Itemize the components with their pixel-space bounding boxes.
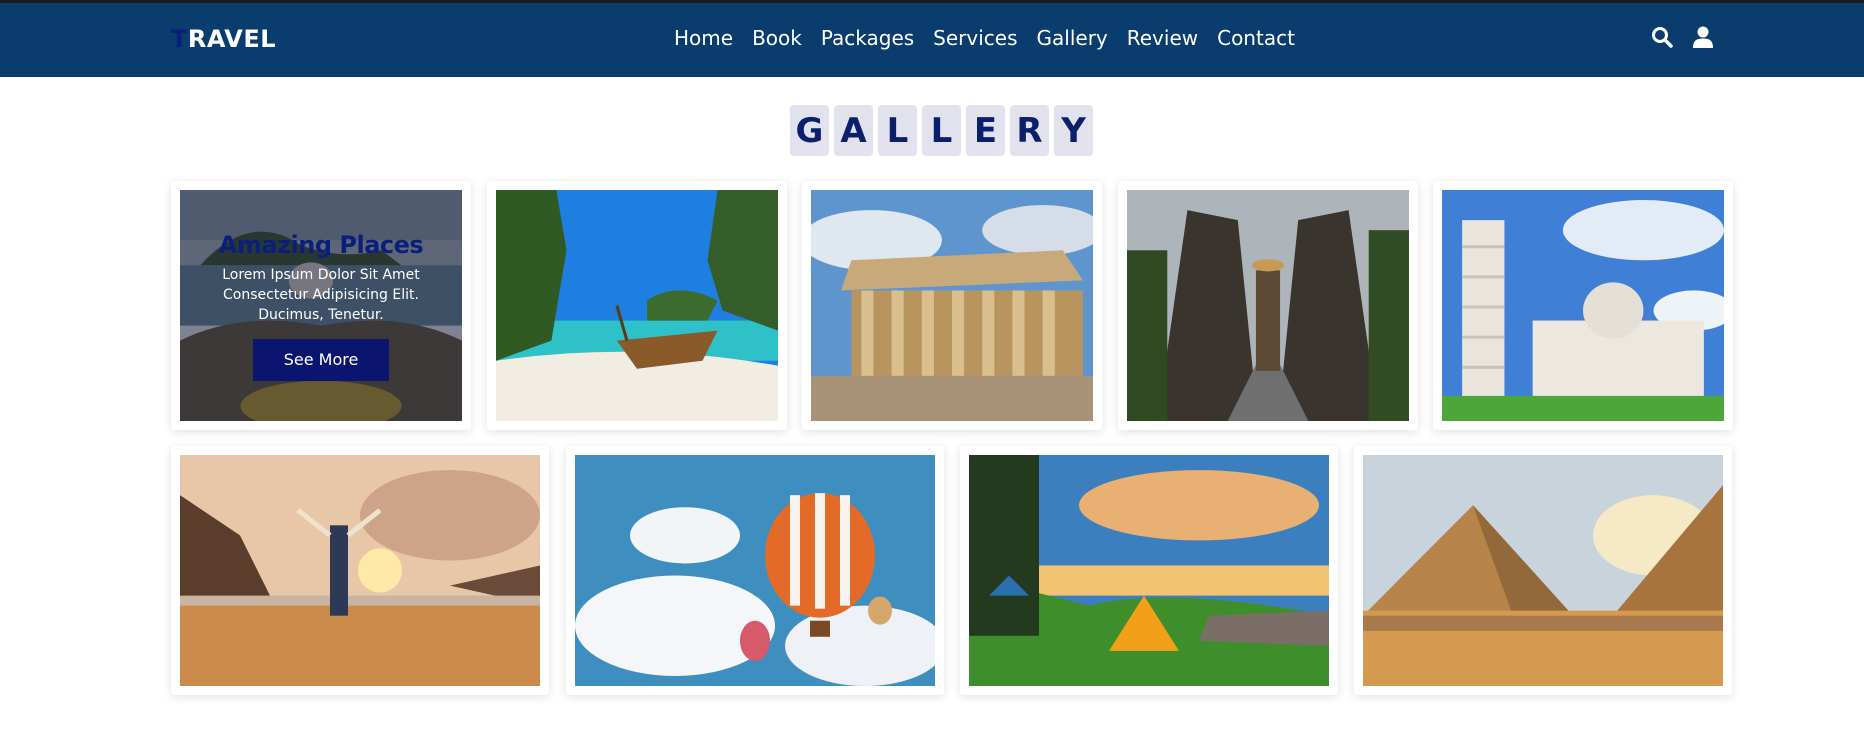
see-more-button[interactable]: See More — [253, 338, 389, 381]
heading-letter: Y — [1054, 105, 1093, 156]
gallery-card[interactable] — [1433, 181, 1733, 430]
gallery-image — [1363, 455, 1723, 686]
logo-initial: T — [171, 25, 188, 53]
gallery-image — [969, 455, 1329, 686]
gallery-image — [496, 190, 778, 421]
gallery-card[interactable] — [566, 446, 944, 695]
header: TRAVEL Home Book Packages Services Galle… — [0, 0, 1864, 77]
heading-letter: G — [790, 105, 829, 156]
nav-home[interactable]: Home — [674, 24, 733, 52]
gallery-image — [180, 455, 540, 686]
featured-text-line: Lorem Ipsum Dolor Sit Amet — [222, 266, 420, 283]
user-icon[interactable] — [1691, 25, 1715, 49]
gallery-image — [575, 455, 935, 686]
gallery-card[interactable] — [1118, 181, 1418, 430]
gallery-image — [1127, 190, 1409, 421]
gallery-card[interactable] — [802, 181, 1102, 430]
heading-letter: L — [922, 105, 961, 156]
logo[interactable]: TRAVEL — [171, 25, 276, 53]
featured-title: Amazing Places — [218, 230, 424, 259]
nav-book[interactable]: Book — [752, 24, 802, 52]
gallery-card[interactable] — [487, 181, 787, 430]
featured-text-line: Ducimus, Tenetur. — [258, 306, 384, 323]
gallery-card[interactable] — [171, 446, 549, 695]
nav-gallery[interactable]: Gallery — [1037, 24, 1108, 52]
gallery-card-featured[interactable]: Amazing Places Lorem Ipsum Dolor Sit Ame… — [171, 181, 471, 430]
nav-packages[interactable]: Packages — [821, 24, 914, 52]
logo-text: RAVEL — [187, 25, 277, 53]
featured-overlay: Amazing Places Lorem Ipsum Dolor Sit Ame… — [180, 190, 462, 421]
search-icon[interactable] — [1650, 25, 1674, 49]
gallery-image — [1442, 190, 1724, 421]
featured-text-line: Consectetur Adipisicing Elit. — [223, 286, 419, 303]
gallery-heading: G A L L E R Y — [790, 105, 1093, 156]
heading-letter: E — [966, 105, 1005, 156]
nav-services[interactable]: Services — [933, 24, 1017, 52]
gallery-card[interactable] — [1354, 446, 1732, 695]
gallery-image: Amazing Places Lorem Ipsum Dolor Sit Ame… — [180, 190, 462, 421]
heading-letter: L — [878, 105, 917, 156]
nav-review[interactable]: Review — [1127, 24, 1198, 52]
heading-letter: R — [1010, 105, 1049, 156]
nav-contact[interactable]: Contact — [1217, 24, 1295, 52]
heading-letter: A — [834, 105, 873, 156]
gallery-image — [811, 190, 1093, 421]
main-nav: Home Book Packages Services Gallery Revi… — [674, 24, 1295, 52]
gallery-card[interactable] — [960, 446, 1338, 695]
